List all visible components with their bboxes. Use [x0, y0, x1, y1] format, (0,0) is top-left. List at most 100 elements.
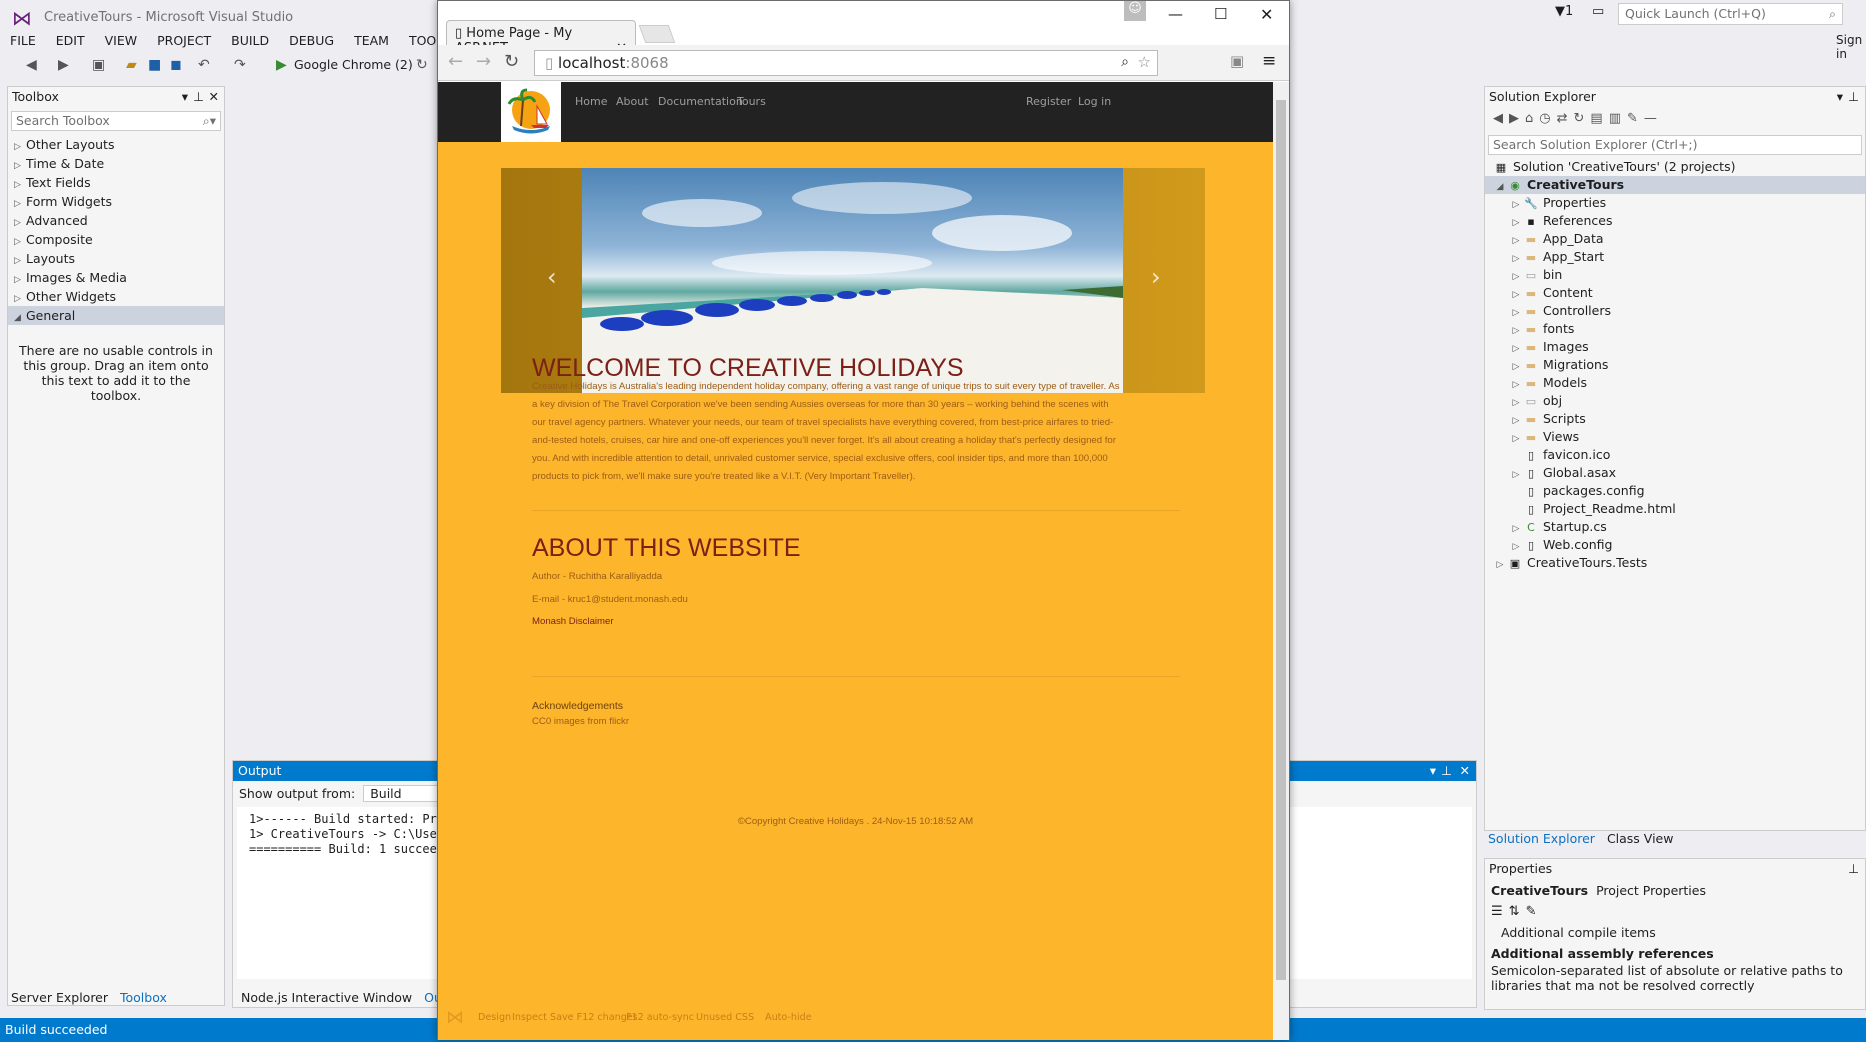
- close-window-icon[interactable]: ✕: [1260, 5, 1273, 24]
- alphabetical-icon[interactable]: ⇅: [1509, 904, 1526, 919]
- properties-object[interactable]: CreativeTours Project Properties: [1485, 881, 1865, 900]
- refresh-icon[interactable]: ↻: [1574, 111, 1591, 126]
- solution-item[interactable]: ▷ ▬ Migrations: [1485, 356, 1865, 374]
- address-bar[interactable]: ▯ localhost:8068 ⌕ ☆: [534, 50, 1158, 76]
- back-icon[interactable]: ◀: [1493, 111, 1509, 126]
- tab-server-explorer[interactable]: Server Explorer: [7, 990, 112, 1005]
- solution-item[interactable]: ▷ ▬ Models: [1485, 374, 1865, 392]
- devbar-save-changes[interactable]: Save F12 changes: [550, 1012, 638, 1023]
- solution-item[interactable]: ▷ ▬ fonts: [1485, 320, 1865, 338]
- devbar-design[interactable]: Design: [478, 1012, 511, 1023]
- minimize-icon[interactable]: —: [1168, 5, 1183, 23]
- solution-explorer-search-input[interactable]: Search Solution Explorer (Ctrl+;): [1488, 135, 1862, 155]
- carousel-prev-icon[interactable]: ‹: [547, 263, 557, 291]
- redo-icon[interactable]: ↷: [234, 55, 246, 75]
- solution-item[interactable]: ▷ ▬ Scripts: [1485, 410, 1865, 428]
- pin-icon[interactable]: ⊥: [1441, 761, 1452, 781]
- devbar-unused-css[interactable]: Unused CSS: [696, 1012, 754, 1023]
- run-target-dropdown[interactable]: Google Chrome (2): [294, 55, 413, 75]
- toolbox-search-input[interactable]: Search Toolbox ⌕▾: [11, 111, 221, 131]
- toolbox-group[interactable]: ▷ Time & Date: [8, 154, 224, 173]
- expand-arrow-icon[interactable]: ▷: [1493, 556, 1507, 574]
- bookmark-star-icon[interactable]: ☆: [1138, 53, 1151, 71]
- categorized-icon[interactable]: ☰: [1491, 904, 1509, 919]
- dropdown-icon[interactable]: ▾: [1837, 87, 1843, 107]
- show-all-files-icon[interactable]: ▥: [1609, 111, 1627, 126]
- collapse-all-icon[interactable]: ▤: [1590, 111, 1608, 126]
- toolbox-group[interactable]: ▷ Other Layouts: [8, 135, 224, 154]
- devbar-inspect[interactable]: Inspect: [512, 1012, 547, 1023]
- nav-home[interactable]: Home: [575, 82, 607, 111]
- toolbox-group[interactable]: ▷ Advanced: [8, 211, 224, 230]
- solution-item[interactable]: ▷ ▬ Content: [1485, 284, 1865, 302]
- menu-build[interactable]: BUILD: [221, 31, 279, 51]
- nav-register[interactable]: Register: [1026, 82, 1071, 111]
- properties-icon[interactable]: ✎: [1627, 111, 1644, 126]
- solution-item[interactable]: ▷ ▬ App_Data: [1485, 230, 1865, 248]
- nav-about[interactable]: About: [616, 82, 649, 111]
- pin-icon[interactable]: ⊥: [1848, 87, 1859, 107]
- history-icon[interactable]: ◷: [1539, 111, 1556, 126]
- collapse-arrow-icon[interactable]: ◢: [14, 309, 26, 328]
- extension-icon[interactable]: ▣: [1230, 52, 1244, 70]
- preview-icon[interactable]: —: [1644, 111, 1663, 126]
- project-node[interactable]: ◢ ◉ CreativeTours: [1485, 176, 1865, 194]
- reload-icon[interactable]: ↻: [504, 51, 519, 72]
- feedback-icon[interactable]: ▭: [1592, 4, 1604, 19]
- toolbox-group[interactable]: ▷ Form Widgets: [8, 192, 224, 211]
- toolbox-group-general[interactable]: ◢ General: [8, 306, 224, 325]
- solution-item[interactable]: ▷ ▪ References: [1485, 212, 1865, 230]
- scroll-thumb[interactable]: [1276, 100, 1286, 980]
- forward-icon[interactable]: ▶: [1509, 111, 1525, 126]
- solution-item[interactable]: ▷ ▬ App_Start: [1485, 248, 1865, 266]
- menu-debug[interactable]: DEBUG: [279, 31, 344, 51]
- property-pages-icon[interactable]: ✎: [1526, 904, 1543, 919]
- quick-launch-input[interactable]: Quick Launch (Ctrl+Q) ⌕: [1618, 3, 1843, 25]
- page-scrollbar[interactable]: [1273, 82, 1289, 1040]
- solution-item[interactable]: ▷ ▯ Global.asax: [1485, 464, 1865, 482]
- solution-item[interactable]: ▷ C Startup.cs: [1485, 518, 1865, 536]
- solution-item[interactable]: ▷ ▯ Web.config: [1485, 536, 1865, 554]
- nav-login[interactable]: Log in: [1078, 82, 1111, 111]
- solution-item[interactable]: ▷ 🔧 Properties: [1485, 194, 1865, 212]
- tab-toolbox[interactable]: Toolbox: [116, 990, 171, 1005]
- close-icon[interactable]: ✕: [209, 87, 219, 107]
- tab-nodejs-interactive[interactable]: Node.js Interactive Window: [237, 990, 416, 1005]
- undo-icon[interactable]: ↶: [198, 55, 210, 75]
- solution-item[interactable]: ▷ ▬ Images: [1485, 338, 1865, 356]
- solution-item[interactable]: ▷ ▭ obj: [1485, 392, 1865, 410]
- toolbox-group[interactable]: ▷ Layouts: [8, 249, 224, 268]
- forward-nav-icon[interactable]: ▶: [58, 55, 69, 75]
- menu-view[interactable]: VIEW: [95, 31, 148, 51]
- nav-documentation[interactable]: Documentation: [658, 82, 743, 111]
- back-icon[interactable]: ←: [448, 51, 463, 72]
- pin-icon[interactable]: ⊥: [1848, 859, 1859, 879]
- dropdown-icon[interactable]: ▾: [182, 87, 188, 107]
- property-row[interactable]: Additional compile items: [1485, 923, 1865, 942]
- start-debug-icon[interactable]: ▶: [276, 55, 287, 75]
- solution-item[interactable]: ▷ ▬ Controllers: [1485, 302, 1865, 320]
- tab-solution-explorer[interactable]: Solution Explorer: [1484, 831, 1599, 846]
- new-project-icon[interactable]: ▣: [92, 55, 105, 75]
- toolbox-group[interactable]: ▷ Other Widgets: [8, 287, 224, 306]
- dropdown-icon[interactable]: ▾: [1430, 761, 1436, 781]
- open-file-icon[interactable]: ▰: [126, 55, 137, 75]
- save-icon[interactable]: ■: [148, 55, 161, 75]
- solution-item[interactable]: ▷ ▭ bin: [1485, 266, 1865, 284]
- toolbox-group[interactable]: ▷ Images & Media: [8, 268, 224, 287]
- maximize-icon[interactable]: ☐: [1214, 5, 1227, 23]
- site-logo[interactable]: [501, 82, 561, 142]
- user-avatar-icon[interactable]: ☺: [1124, 1, 1146, 21]
- tab-class-view[interactable]: Class View: [1603, 831, 1678, 846]
- sync-icon[interactable]: ⇄: [1557, 111, 1574, 126]
- menu-edit[interactable]: EDIT: [46, 31, 95, 51]
- back-nav-icon[interactable]: ◀: [26, 55, 37, 75]
- solution-item[interactable]: ▯ favicon.ico: [1485, 446, 1865, 464]
- menu-team[interactable]: TEAM: [344, 31, 399, 51]
- solution-node[interactable]: ▦ Solution 'CreativeTours' (2 projects): [1485, 158, 1865, 176]
- toolbox-group[interactable]: ▷ Composite: [8, 230, 224, 249]
- menu-project[interactable]: PROJECT: [147, 31, 221, 51]
- devbar-auto-hide[interactable]: Auto-hide: [765, 1012, 812, 1023]
- home-icon[interactable]: ⌂: [1525, 111, 1539, 126]
- save-all-icon[interactable]: ◼: [170, 55, 182, 75]
